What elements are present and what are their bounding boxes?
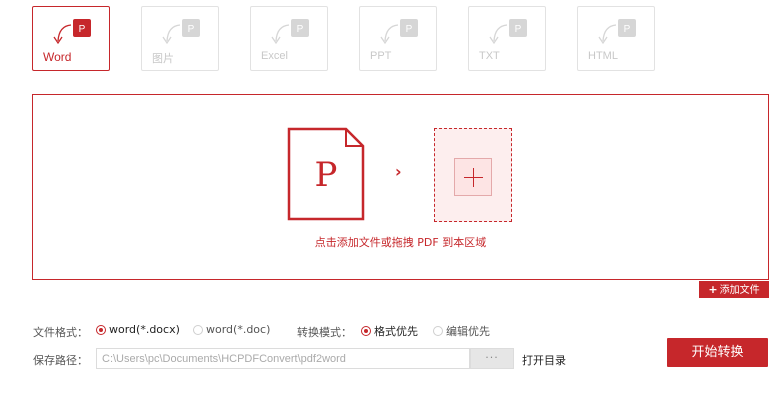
add-file-button[interactable]: + 添加文件 xyxy=(699,281,769,298)
tab-image[interactable]: P 图片 xyxy=(141,6,219,71)
svg-text:P: P xyxy=(515,24,522,35)
file-format-label: 文件格式： xyxy=(33,326,88,339)
tab-label: TXT xyxy=(479,50,500,62)
tab-excel[interactable]: P Excel xyxy=(250,6,328,71)
tab-word[interactable]: P Word xyxy=(32,6,110,71)
radio-dot xyxy=(96,324,106,335)
arrow-right-icon: › xyxy=(395,162,402,181)
tab-html[interactable]: P HTML xyxy=(577,6,655,71)
tab-label: 图片 xyxy=(152,53,174,65)
format-doc-radio[interactable]: word(*.doc) xyxy=(193,323,270,336)
radio-label: 编辑优先 xyxy=(446,325,490,338)
mode-format-first-radio[interactable]: 格式优先 xyxy=(361,323,418,339)
tab-ppt[interactable]: P PPT xyxy=(359,6,437,71)
tab-label: Word xyxy=(43,50,72,64)
svg-text:P: P xyxy=(406,24,413,35)
save-path-input[interactable] xyxy=(96,348,470,369)
pdf-to-ppt-icon: P xyxy=(380,19,418,45)
tab-label: PPT xyxy=(370,50,392,62)
mode-edit-first-radio[interactable]: 编辑优先 xyxy=(433,323,490,339)
browse-button[interactable]: ··· xyxy=(470,348,514,369)
svg-text:P: P xyxy=(315,155,338,195)
pdf-to-word-icon: P xyxy=(53,19,91,45)
add-file-label: 添加文件 xyxy=(719,285,760,296)
radio-label: word(*.doc) xyxy=(206,323,271,336)
svg-text:P: P xyxy=(297,24,304,35)
format-docx-radio[interactable]: word(*.docx) xyxy=(96,323,180,336)
radio-dot xyxy=(193,324,203,335)
radio-dot xyxy=(361,326,371,336)
pdf-to-html-icon: P xyxy=(598,19,636,45)
save-path-label: 保存路径： xyxy=(33,354,88,367)
tab-txt[interactable]: P TXT xyxy=(468,6,546,71)
radio-label: 格式优先 xyxy=(374,325,418,338)
convert-mode-label: 转换模式： xyxy=(297,326,352,339)
drop-hint-text: 点击添加文件或拖拽 PDF 到本区域 xyxy=(314,236,487,249)
pdf-document-icon: P xyxy=(287,127,365,221)
plus-icon xyxy=(454,158,492,196)
start-convert-button[interactable]: 开始转换 xyxy=(667,338,768,367)
svg-text:P: P xyxy=(79,24,86,35)
svg-text:P: P xyxy=(624,24,631,35)
radio-label: word(*.docx) xyxy=(109,323,180,336)
pdf-to-image-icon: P xyxy=(162,19,200,45)
plus-icon: + xyxy=(708,283,718,296)
pdf-to-txt-icon: P xyxy=(489,19,527,45)
tab-label: HTML xyxy=(588,50,618,62)
tab-label: Excel xyxy=(261,50,288,62)
radio-dot xyxy=(433,326,443,336)
file-drop-zone[interactable]: P › 点击添加文件或拖拽 PDF 到本区域 xyxy=(32,94,769,280)
add-file-box[interactable] xyxy=(434,128,512,222)
svg-text:P: P xyxy=(188,24,195,35)
open-directory-link[interactable]: 打开目录 xyxy=(522,352,566,368)
pdf-to-excel-icon: P xyxy=(271,19,309,45)
